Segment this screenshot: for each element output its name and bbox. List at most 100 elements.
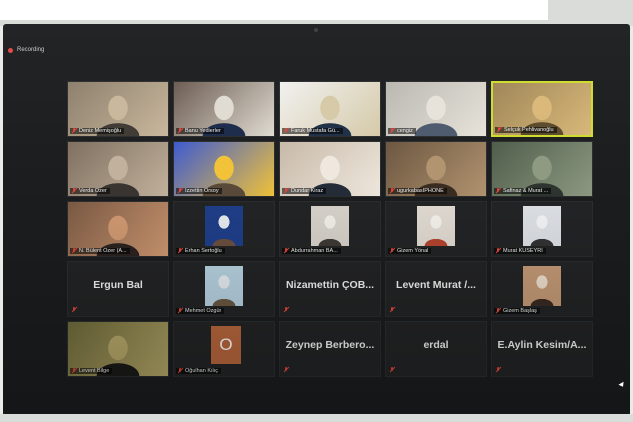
bottom-edge	[0, 414, 633, 422]
participant-name: Deniz Memişoğlu	[79, 128, 122, 134]
profile-picture	[417, 206, 455, 246]
participant-name-large: Nizamettin ÇOB...	[285, 279, 375, 291]
muted-mic-icon	[177, 368, 183, 374]
participant-tile[interactable]: N. Bülent Özer (A...	[67, 201, 169, 257]
participant-name: cengiz	[397, 128, 413, 134]
participant-name-large: erdal	[423, 339, 449, 351]
muted-mic-icon	[177, 308, 183, 314]
muted-mic-icon	[283, 367, 289, 373]
participant-nameplate: Safinaz & Murat ...	[494, 188, 552, 194]
profile-picture	[205, 266, 243, 306]
profile-picture	[523, 206, 561, 246]
muted-mic-icon	[496, 127, 502, 133]
participant-name: Levent Bilge	[79, 368, 110, 374]
muted-mic-icon	[389, 248, 395, 254]
participant-name: Safinaz & Murat ...	[503, 188, 549, 194]
muted-mic-icon	[71, 248, 77, 254]
participant-nameplate: Dundar Kiraz	[282, 188, 327, 194]
muted-mic-icon	[283, 248, 289, 254]
participant-nameplate: Gizem Yönal	[388, 248, 432, 254]
participant-tile[interactable]: Abdurrahman BA...	[279, 201, 381, 257]
muted-mic-icon	[71, 128, 77, 134]
participant-name: Abdurrahman BA...	[291, 248, 338, 254]
participant-name: ugurkabasIPHONE	[397, 188, 444, 194]
profile-picture	[205, 206, 243, 246]
participant-nameplate: Banu Yedierler	[176, 128, 224, 134]
participant-nameplate: Abdurrahman BA...	[282, 248, 341, 254]
participant-name: Verda Özer	[79, 188, 107, 194]
muted-mic-icon	[71, 307, 77, 313]
participant-tile[interactable]: Faruk Mustafa Gü...	[279, 81, 381, 137]
participant-name: İzzettin Orsoy	[185, 188, 219, 194]
participant-tile[interactable]: E.Aylin Kesim/A...	[491, 321, 593, 377]
muted-mic-icon	[389, 188, 395, 194]
participant-name: Murat KUSEYRİ	[503, 248, 543, 254]
participant-nameplate: Levent Bilge	[70, 368, 113, 374]
muted-mic-icon	[177, 188, 183, 194]
participant-name: Erhan Sertoğlu	[185, 248, 222, 254]
participant-tile[interactable]: Mehmet Özgür	[173, 261, 275, 317]
participant-nameplate: cengiz	[388, 128, 416, 134]
participant-tile[interactable]: O Oğulhan Kılıç	[173, 321, 275, 377]
participant-nameplate: N. Bülent Özer (A...	[70, 248, 130, 254]
muted-mic-icon	[495, 188, 501, 194]
participant-name: Selçuk Pehlivanoğlu	[504, 127, 554, 133]
participant-nameplate: Verda Özer	[70, 188, 110, 194]
muted-mic-icon	[495, 308, 501, 314]
participant-tile[interactable]: Gizem Yönal	[385, 201, 487, 257]
muted-mic-icon	[495, 248, 501, 254]
participant-nameplate: Selçuk Pehlivanoğlu	[495, 127, 557, 133]
participant-gallery: Deniz Memişoğlu Banu Yedierler Faruk Musta…	[3, 24, 630, 416]
participant-tile[interactable]: Erhan Sertoğlu	[173, 201, 275, 257]
participant-tile[interactable]: cengiz	[385, 81, 487, 137]
participant-tile[interactable]: Verda Özer	[67, 141, 169, 197]
participant-name: Faruk Mustafa Gü...	[291, 128, 340, 134]
participant-tile[interactable]: Gizem Başlaş	[491, 261, 593, 317]
participant-nameplate: ugurkabasIPHONE	[388, 188, 447, 194]
participant-name: Dundar Kiraz	[291, 188, 324, 194]
participant-tile[interactable]: Banu Yedierler	[173, 81, 275, 137]
muted-mic-icon	[283, 307, 289, 313]
participant-tile[interactable]: Nizamettin ÇOB...	[279, 261, 381, 317]
initial-avatar: O	[211, 326, 241, 364]
muted-mic-icon	[71, 368, 77, 374]
muted-mic-icon	[389, 128, 395, 134]
muted-mic-icon	[389, 307, 395, 313]
participant-name: Gizem Yönal	[397, 248, 429, 254]
participant-nameplate: Deniz Memişoğlu	[70, 128, 125, 134]
participant-tile[interactable]: Selçuk Pehlivanoğlu	[491, 81, 593, 137]
participant-tile[interactable]: Deniz Memişoğlu	[67, 81, 169, 137]
profile-picture	[311, 206, 349, 246]
muted-mic-icon	[495, 367, 501, 373]
profile-picture	[523, 266, 561, 306]
participant-tile[interactable]: erdal	[385, 321, 487, 377]
participant-name-large: E.Aylin Kesim/A...	[497, 339, 587, 351]
participant-name: N. Bülent Özer (A...	[79, 248, 127, 254]
participant-nameplate: Murat KUSEYRİ	[494, 248, 546, 254]
participant-tile[interactable]: Ergun Bal	[67, 261, 169, 317]
participant-nameplate: Faruk Mustafa Gü...	[282, 128, 343, 134]
muted-mic-icon	[177, 128, 183, 134]
participant-name-large: Levent Murat /...	[396, 279, 476, 291]
participant-tile[interactable]: ugurkabasIPHONE	[385, 141, 487, 197]
participant-nameplate: Erhan Sertoğlu	[176, 248, 225, 254]
participant-name-large: Zeynep Berbero...	[285, 339, 375, 351]
muted-mic-icon	[283, 188, 289, 194]
participant-tile[interactable]: İzzettin Orsoy	[173, 141, 275, 197]
participant-tile[interactable]: Safinaz & Murat ...	[491, 141, 593, 197]
participant-tile[interactable]: Murat KUSEYRİ	[491, 201, 593, 257]
participant-name: Mehmet Özgür	[185, 308, 222, 314]
participant-tile[interactable]: Zeynep Berbero...	[279, 321, 381, 377]
muted-mic-icon	[389, 367, 395, 373]
participant-nameplate: Mehmet Özgür	[176, 308, 225, 314]
participant-tile[interactable]: Dundar Kiraz	[279, 141, 381, 197]
participant-nameplate: Oğulhan Kılıç	[176, 368, 222, 374]
participant-name-large: Ergun Bal	[93, 279, 143, 291]
participant-name: Oğulhan Kılıç	[185, 368, 219, 374]
monitor-screen: Recording Deniz Memişoğlu Banu Yedierler F…	[3, 24, 630, 416]
participant-tile[interactable]: Levent Murat /...	[385, 261, 487, 317]
participant-nameplate: İzzettin Orsoy	[176, 188, 222, 194]
participant-tile[interactable]: Levent Bilge	[67, 321, 169, 377]
muted-mic-icon	[283, 128, 289, 134]
muted-mic-icon	[71, 188, 77, 194]
